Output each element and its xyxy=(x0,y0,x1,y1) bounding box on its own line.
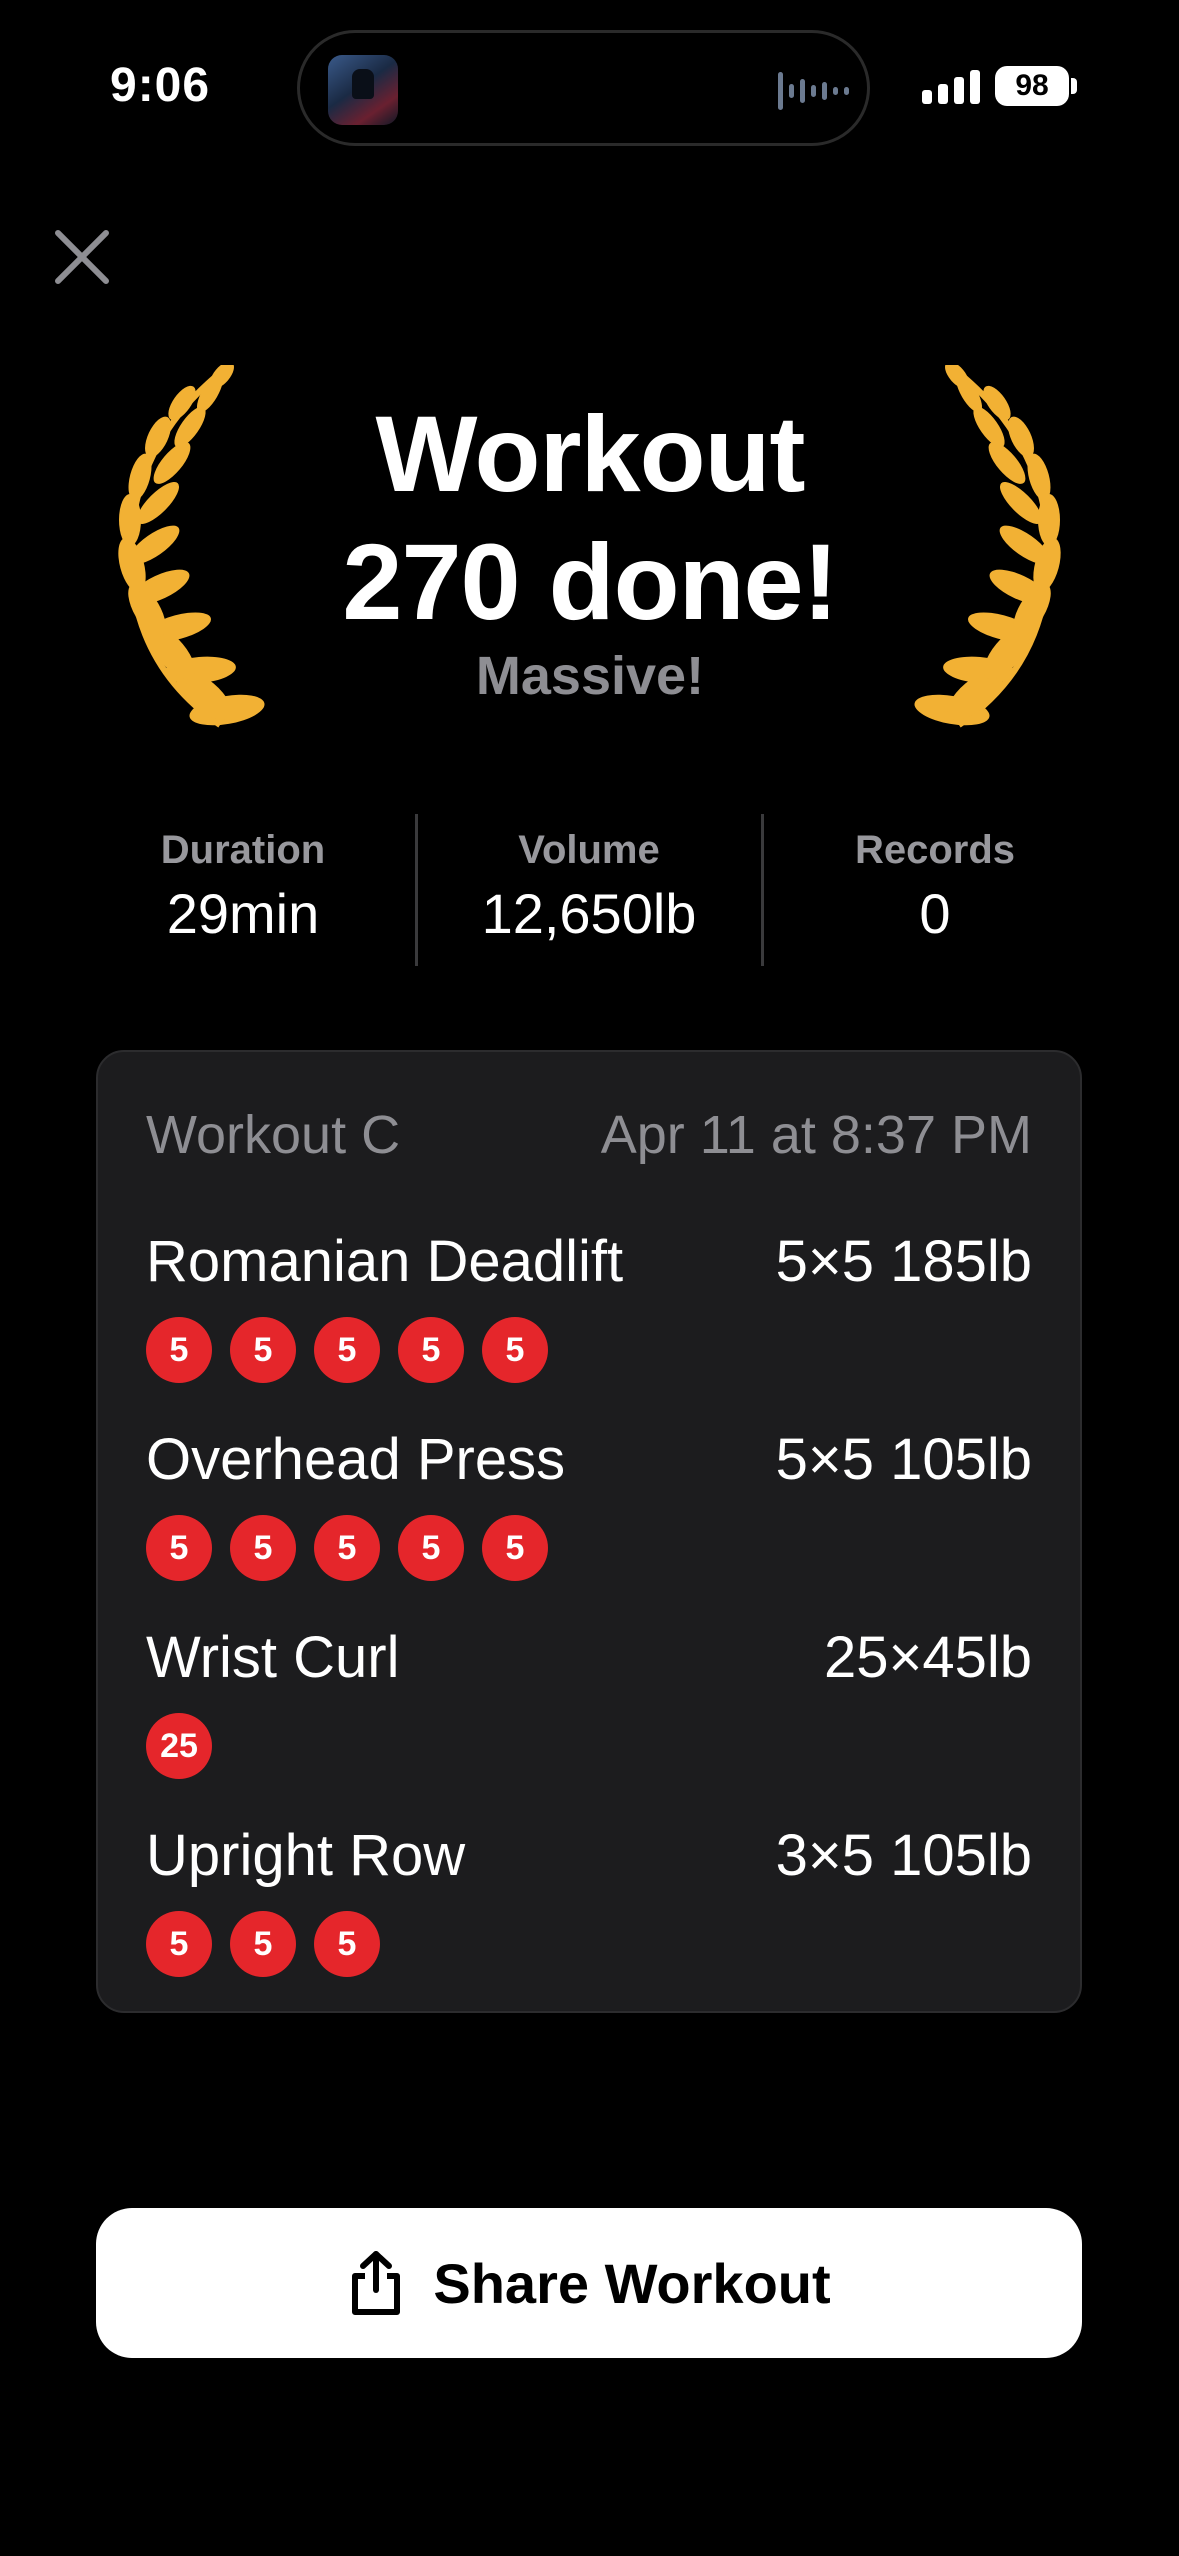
rep-badge: 5 xyxy=(146,1911,212,1977)
rep-badge: 5 xyxy=(314,1911,380,1977)
battery-tip xyxy=(1071,78,1077,94)
stat-volume: Volume 12,650lb xyxy=(419,828,759,946)
exercise-summary: 5×5 105lb xyxy=(775,1427,1032,1492)
title-line-1: Workout xyxy=(375,393,806,514)
workout-summary-card: Workout C Apr 11 at 8:37 PM Romanian Dea… xyxy=(96,1050,1082,2013)
workout-complete-screen: 9:06 98 Workout 270 done! Massive! Durat… xyxy=(0,0,1179,2556)
title-line-2: 270 done! xyxy=(342,521,838,642)
stat-records: Records 0 xyxy=(765,828,1105,946)
exercise-item: Romanian Deadlift 5×5 185lb 5 5 5 5 5 xyxy=(146,1228,1032,1383)
rep-badge: 5 xyxy=(146,1515,212,1581)
page-subtitle: Massive! xyxy=(475,646,705,706)
rep-badge: 5 xyxy=(230,1317,296,1383)
workout-date: Apr 11 at 8:37 PM xyxy=(600,1105,1032,1165)
stat-value: 0 xyxy=(919,882,951,945)
rep-badge: 5 xyxy=(314,1317,380,1383)
share-workout-button[interactable]: Share Workout xyxy=(96,2208,1082,2358)
stat-label: Duration xyxy=(160,828,326,872)
exercise-item: Wrist Curl 25×45lb 25 xyxy=(146,1624,1032,1779)
share-icon xyxy=(352,2251,401,2315)
exercise-summary: 5×5 185lb xyxy=(775,1229,1032,1294)
stat-value: 29min xyxy=(166,882,320,945)
exercise-item: Overhead Press 5×5 105lb 5 5 5 5 5 xyxy=(146,1426,1032,1581)
exercise-name: Wrist Curl xyxy=(146,1625,400,1690)
rep-badge: 5 xyxy=(482,1317,548,1383)
rep-badge: 5 xyxy=(482,1515,548,1581)
exercise-name: Overhead Press xyxy=(146,1427,566,1492)
stat-divider xyxy=(415,814,418,966)
rep-badge: 5 xyxy=(230,1911,296,1977)
exercise-item: Upright Row 3×5 105lb 5 5 5 xyxy=(146,1822,1032,1977)
exercise-name: Romanian Deadlift xyxy=(146,1229,624,1294)
share-button-label: Share Workout xyxy=(433,2251,831,2315)
now-playing-artwork xyxy=(328,55,398,125)
stat-value: 12,650lb xyxy=(481,882,697,945)
rep-badge: 5 xyxy=(146,1317,212,1383)
close-icon[interactable] xyxy=(50,225,114,289)
exercise-name: Upright Row xyxy=(146,1823,466,1888)
signal-icon xyxy=(922,68,980,104)
page-title: Workout 270 done! xyxy=(240,390,940,646)
rep-badge: 5 xyxy=(314,1515,380,1581)
dynamic-island[interactable] xyxy=(297,30,870,146)
stat-duration: Duration 29min xyxy=(73,828,413,946)
card-header: Workout C Apr 11 at 8:37 PM xyxy=(146,1104,1032,1166)
stat-label: Records xyxy=(854,828,1016,872)
rep-badge: 5 xyxy=(398,1317,464,1383)
battery-icon: 98 xyxy=(995,66,1069,106)
stat-divider xyxy=(761,814,764,966)
rep-list: 5 5 5 5 5 xyxy=(146,1317,1032,1383)
workout-name: Workout C xyxy=(146,1105,401,1165)
stat-label: Volume xyxy=(518,828,660,872)
rep-list: 5 5 5 xyxy=(146,1911,1032,1977)
rep-badge: 25 xyxy=(146,1713,212,1779)
rep-badge: 5 xyxy=(398,1515,464,1581)
exercise-summary: 25×45lb xyxy=(823,1625,1032,1690)
status-time: 9:06 xyxy=(110,59,211,112)
rep-list: 5 5 5 5 5 xyxy=(146,1515,1032,1581)
exercise-summary: 3×5 105lb xyxy=(775,1823,1032,1888)
audio-waveform-icon xyxy=(778,71,849,111)
rep-badge: 5 xyxy=(230,1515,296,1581)
rep-list: 25 xyxy=(146,1713,1032,1779)
